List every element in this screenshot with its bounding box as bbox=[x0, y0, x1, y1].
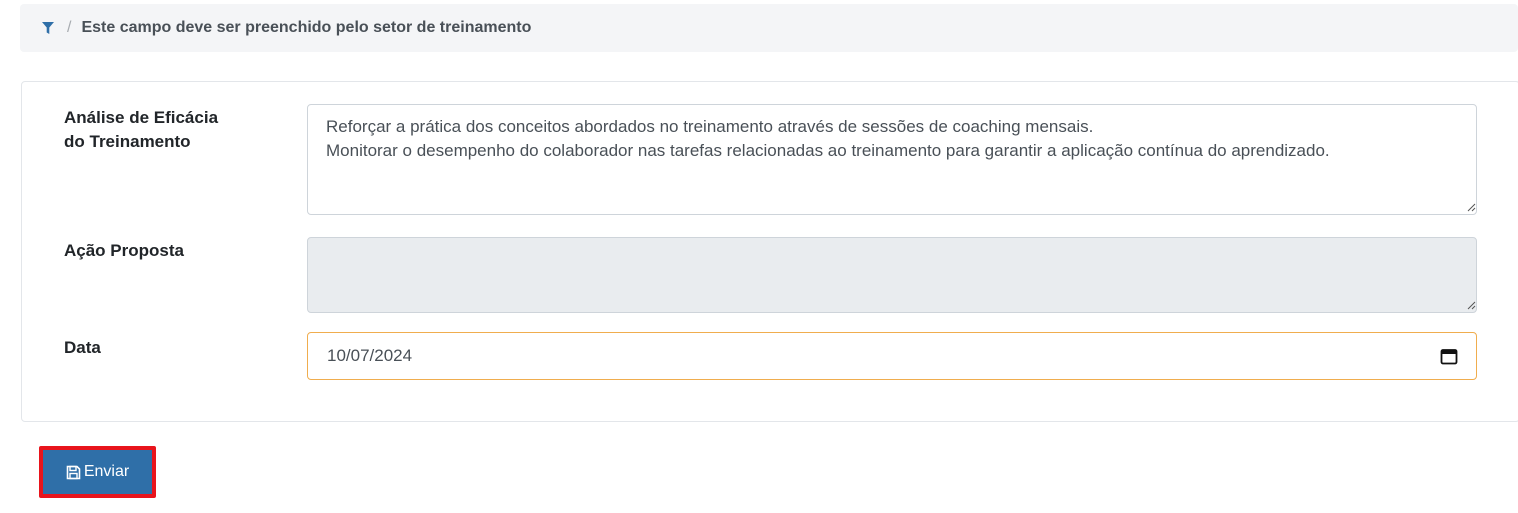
submit-highlight: Enviar bbox=[39, 446, 156, 498]
acao-label: Ação Proposta bbox=[64, 241, 184, 260]
eficacia-label: Análise de Eficácia do Treinamento bbox=[64, 106, 218, 154]
training-form-card: Análise de Eficácia do Treinamento Refor… bbox=[21, 81, 1518, 422]
eficacia-label-line2: do Treinamento bbox=[64, 132, 191, 151]
filter-icon bbox=[42, 21, 54, 35]
data-label: Data bbox=[64, 338, 101, 357]
breadcrumb-separator: / bbox=[67, 19, 72, 36]
date-input[interactable]: 10/07/2024 bbox=[307, 332, 1477, 380]
resize-handle-icon[interactable] bbox=[1467, 301, 1476, 310]
breadcrumb-title: Este campo deve ser preenchido pelo seto… bbox=[81, 19, 532, 36]
save-icon bbox=[66, 465, 81, 479]
eficacia-textarea[interactable]: Reforçar a prática dos conceitos abordad… bbox=[307, 104, 1477, 215]
submit-label: Enviar bbox=[83, 463, 130, 480]
breadcrumb: / Este campo deve ser preenchido pelo se… bbox=[20, 4, 1518, 52]
submit-button[interactable]: Enviar bbox=[43, 450, 152, 494]
eficacia-label-line1: Análise de Eficácia bbox=[64, 108, 219, 127]
resize-handle-icon[interactable] bbox=[1467, 203, 1476, 212]
date-value: 10/07/2024 bbox=[327, 346, 413, 365]
acao-textarea[interactable] bbox=[307, 237, 1477, 313]
calendar-icon[interactable] bbox=[1440, 347, 1458, 365]
